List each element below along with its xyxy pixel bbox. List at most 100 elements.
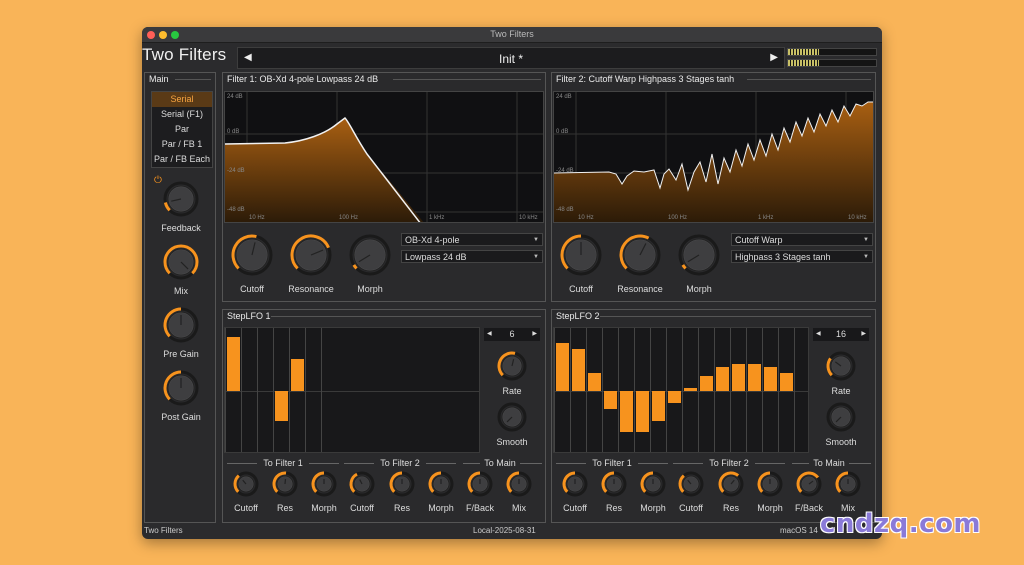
steplfo1-smooth-knob[interactable]: [496, 401, 528, 433]
main-panel-title: Main: [149, 74, 169, 84]
steplfo2-step-count[interactable]: ◀ 16 ▶: [813, 328, 869, 341]
filter2-mode-select[interactable]: Highpass 3 Stages tanh ▼: [731, 250, 873, 263]
section-rule: [638, 463, 668, 464]
steplfo2-step[interactable]: [602, 328, 618, 452]
steplfo2-target-knob-morph[interactable]: [756, 470, 784, 498]
mode-par[interactable]: Par: [152, 122, 212, 137]
steplfo2-target-knob-mix[interactable]: [834, 470, 862, 498]
preset-selector[interactable]: ◀ Init * ▶: [237, 47, 785, 69]
steplfo2-step-bar[interactable]: [652, 391, 665, 421]
steplfo1-target-knob-morph[interactable]: [310, 470, 338, 498]
preset-next-button[interactable]: ▶: [770, 52, 778, 63]
feedback-label: Feedback: [161, 223, 201, 233]
filter2-type-value: Cutoff Warp: [735, 235, 783, 245]
steplfo1-step[interactable]: [273, 328, 289, 452]
steplfo2-step-bar[interactable]: [748, 364, 761, 391]
filter1-freq-label: 1 kHz: [429, 215, 445, 221]
steplfo1-step-bar[interactable]: [275, 391, 288, 421]
steplfo2-step-bar[interactable]: [700, 376, 713, 391]
steplfo2-step[interactable]: [618, 328, 634, 452]
pre-gain-knob[interactable]: [162, 306, 200, 344]
chevron-down-icon: ▼: [533, 237, 539, 243]
steplfo2-step-bar[interactable]: [620, 391, 633, 433]
steplfo1-step[interactable]: [257, 328, 273, 452]
steplfo1-step-bar[interactable]: [291, 358, 304, 391]
steplfo1-target-knob-mix[interactable]: [505, 470, 533, 498]
filter1-mode-select[interactable]: Lowpass 24 dB ▼: [401, 250, 543, 263]
filter2-type-select[interactable]: Cutoff Warp ▼: [731, 233, 873, 246]
steplfo2-rate-knob[interactable]: [825, 350, 857, 382]
routing-mode-list: Serial Serial (F1) Par Par / FB 1 Par / …: [151, 91, 213, 168]
steplfo2-step-decrease[interactable]: ◀: [816, 328, 821, 341]
steplfo2-step-increase[interactable]: ▶: [861, 328, 866, 341]
mode-serial[interactable]: Serial: [152, 92, 212, 107]
filter1-morph-knob[interactable]: [348, 233, 392, 277]
steplfo2-target-knob-res[interactable]: [600, 470, 628, 498]
steplfo2-target-knob-cutoff[interactable]: [561, 470, 589, 498]
steplfo2-target-knob-res[interactable]: [717, 470, 745, 498]
steplfo1-target-knob-morph[interactable]: [427, 470, 455, 498]
feedback-knob[interactable]: [162, 180, 200, 218]
steplfo2-step-bar[interactable]: [588, 373, 601, 391]
steplfo2-step-bar[interactable]: [780, 373, 793, 391]
steplfo1-step[interactable]: [305, 328, 321, 452]
post-gain-knob[interactable]: [162, 369, 200, 407]
steplfo2-target-knob-cutoff[interactable]: [677, 470, 705, 498]
pre-gain-label: Pre Gain: [163, 349, 199, 359]
steplfo1-step-decrease[interactable]: ◀: [487, 328, 492, 341]
steplfo2-step-bar[interactable]: [764, 367, 777, 391]
post-gain-label: Post Gain: [161, 412, 201, 422]
filter2-cutoff-knob[interactable]: [559, 233, 603, 277]
steplfo2-step-bar[interactable]: [684, 388, 697, 391]
steplfo2-step-bar[interactable]: [732, 364, 745, 391]
steplfo2-step[interactable]: [634, 328, 650, 452]
steplfo2-target-knob-morph[interactable]: [639, 470, 667, 498]
steplfo2-step-bar[interactable]: [668, 391, 681, 403]
steplfo2-step-bar[interactable]: [572, 348, 585, 391]
filter1-db-label: 0 dB: [227, 129, 240, 135]
section-rule: [755, 463, 785, 464]
steplfo1-target-knob-cutoff[interactable]: [232, 470, 260, 498]
steplfo2-smooth-knob[interactable]: [825, 401, 857, 433]
chevron-down-icon: ▼: [533, 254, 539, 260]
filter2-title: Filter 2: Cutoff Warp Highpass 3 Stages …: [556, 74, 735, 84]
filter2-morph-knob[interactable]: [677, 233, 721, 277]
steplfo1-rate-knob[interactable]: [496, 350, 528, 382]
steplfo2-step[interactable]: [666, 328, 682, 452]
steplfo2-step-bar[interactable]: [636, 391, 649, 433]
filter2-resonance-knob[interactable]: [618, 233, 662, 277]
steplfo1-step-count[interactable]: ◀ 6 ▶: [484, 328, 540, 341]
steplfo2-step-count-value: 16: [835, 329, 846, 339]
steplfo1-target-knob-cutoff[interactable]: [348, 470, 376, 498]
steplfo1-target-knob-res[interactable]: [388, 470, 416, 498]
steplfo1-target-knob-fback[interactable]: [466, 470, 494, 498]
filter1-cutoff-knob[interactable]: [230, 233, 274, 277]
mode-par-fb1[interactable]: Par / FB 1: [152, 137, 212, 152]
filter1-resonance-knob[interactable]: [289, 233, 333, 277]
filter1-type-select[interactable]: OB-Xd 4-pole ▼: [401, 233, 543, 246]
filter2-db-label: -48 dB: [556, 207, 574, 213]
steplfo2-step-editor[interactable]: [553, 327, 809, 453]
steplfo2-step-bar[interactable]: [556, 342, 569, 391]
steplfo1-step[interactable]: [241, 328, 257, 452]
power-icon[interactable]: ⏻: [154, 175, 162, 186]
filter2-response-graph: 24 dB 0 dB -24 dB -48 dB 10 Hz 100 Hz 1 …: [553, 91, 874, 223]
steplfo1-step-bar[interactable]: [227, 336, 240, 391]
steplfo2-panel: StepLFO 2 ◀ 16 ▶ Rate Smooth To Filter 1…: [551, 309, 876, 523]
steplfo1-target-knob-res[interactable]: [271, 470, 299, 498]
steplfo2-target-knob-fback[interactable]: [795, 470, 823, 498]
steplfo1-step-editor[interactable]: [224, 327, 480, 453]
mode-par-fb-each[interactable]: Par / FB Each: [152, 152, 212, 167]
steplfo1-step-increase[interactable]: ▶: [532, 328, 537, 341]
filter1-response-graph: 24 dB 0 dB -24 dB -48 dB 10 Hz 100 Hz 1 …: [224, 91, 544, 223]
steplfo2-step-bar[interactable]: [604, 391, 617, 409]
main-panel: Main Serial Serial (F1) Par Par / FB 1 P…: [144, 72, 216, 523]
chevron-down-icon: ▼: [863, 254, 869, 260]
filter2-morph-label: Morph: [686, 284, 712, 294]
mode-serial-f1[interactable]: Serial (F1): [152, 107, 212, 122]
steplfo2-step-bar[interactable]: [716, 367, 729, 391]
steplfo2-step[interactable]: [650, 328, 666, 452]
filter1-mode-value: Lowpass 24 dB: [405, 252, 467, 262]
mix-knob[interactable]: [162, 243, 200, 281]
preset-name[interactable]: Init *: [238, 52, 784, 66]
